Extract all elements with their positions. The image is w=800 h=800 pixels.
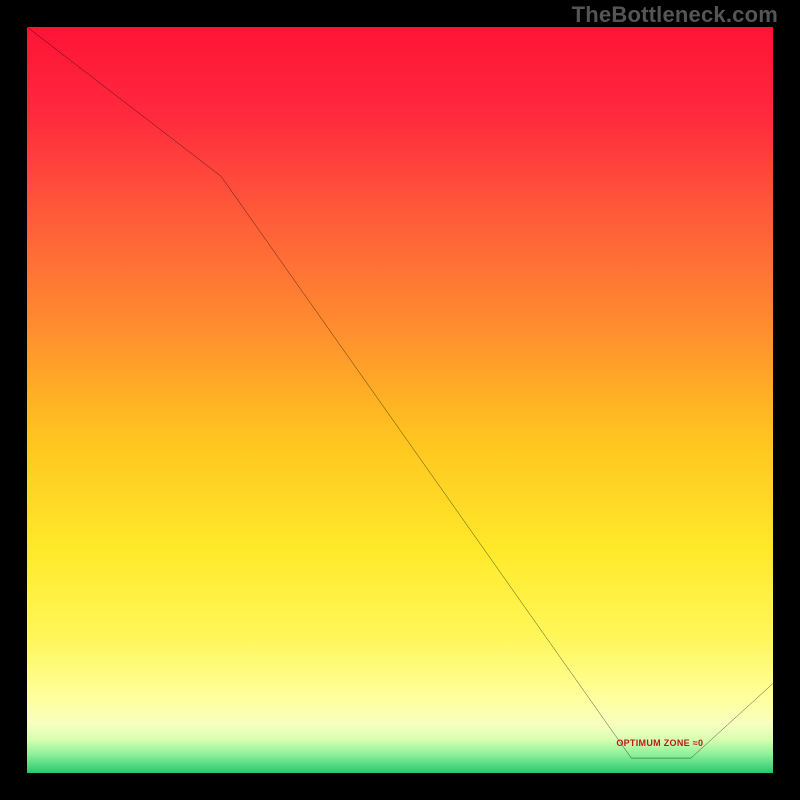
bottleneck-curve — [27, 27, 773, 773]
bottleneck-curve-line — [27, 27, 773, 758]
optimum-zone-label: OPTIMUM ZONE ≈0 — [616, 738, 703, 748]
chart-stage: TheBottleneck.com OPTIMUM ZONE ≈0 — [0, 0, 800, 800]
plot-frame: OPTIMUM ZONE ≈0 — [22, 22, 778, 778]
